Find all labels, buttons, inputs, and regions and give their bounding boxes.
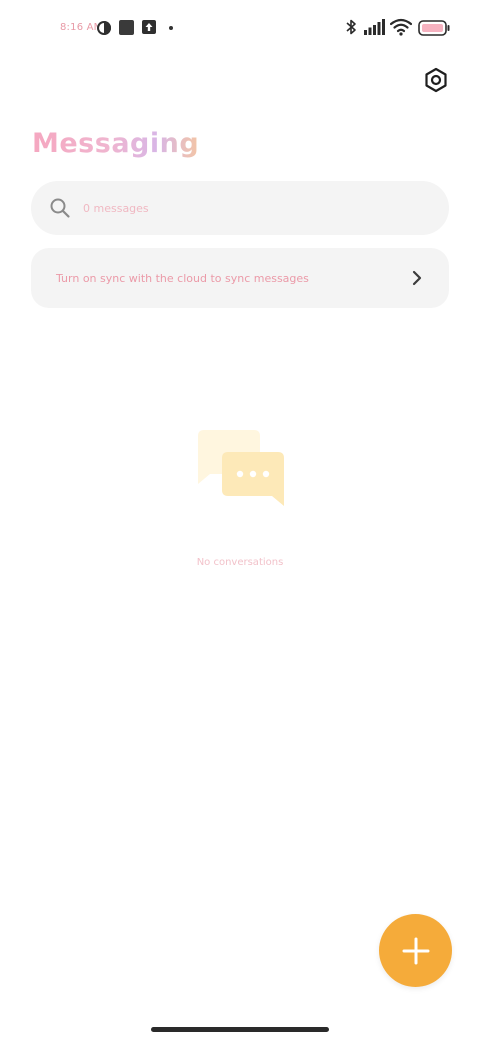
bluetooth-icon (346, 19, 356, 35)
sync-banner-text: Turn on sync with the cloud to sync mess… (56, 271, 309, 285)
theme-icon (97, 21, 111, 35)
wifi-icon (390, 18, 412, 36)
sync-banner[interactable]: Turn on sync with the cloud to sync mess… (31, 248, 449, 308)
search-bar[interactable] (31, 181, 449, 235)
settings-hexagon-icon (425, 67, 447, 93)
signal-icon (364, 19, 385, 35)
empty-state-text: No conversations (196, 557, 284, 568)
battery-icon (418, 20, 450, 36)
page-title: Messaging (32, 128, 200, 159)
messaging-screen: 8:16 AM Messaging 0 messages Turn on syn… (0, 0, 480, 1040)
new-conversation-button[interactable] (379, 914, 452, 987)
search-input[interactable] (83, 201, 383, 215)
chat-bubbles-icon (198, 430, 284, 506)
upload-icon (142, 20, 156, 34)
settings-button[interactable] (422, 66, 450, 94)
chevron-right-icon (412, 270, 422, 286)
app-square-icon (119, 20, 134, 35)
plus-icon (402, 937, 429, 964)
status-bar: 8:16 AM (0, 14, 480, 42)
dot-icon (169, 26, 173, 30)
search-icon (50, 198, 70, 218)
home-indicator[interactable] (151, 1027, 329, 1032)
